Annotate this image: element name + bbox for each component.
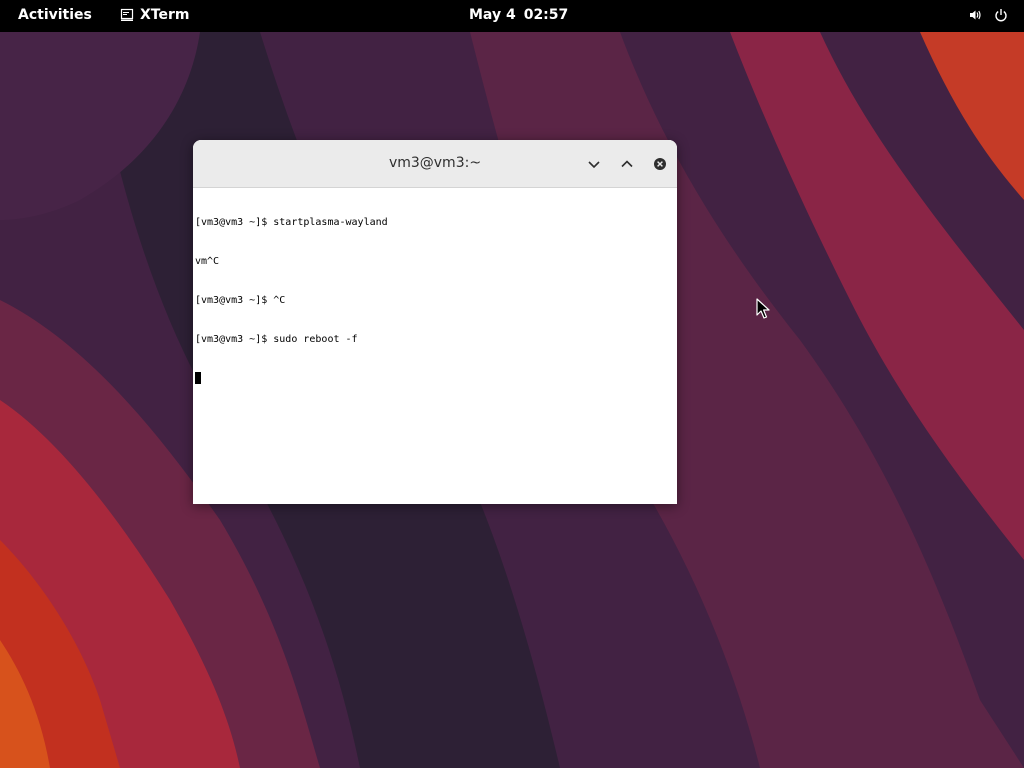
activities-button[interactable]: Activities: [18, 7, 92, 23]
volume-icon: [968, 8, 982, 26]
date-label: May 4: [469, 7, 516, 23]
close-button[interactable]: [649, 153, 671, 175]
terminal-line: [vm3@vm3 ~]$ sudo reboot -f: [195, 334, 358, 345]
terminal-cursor: [195, 372, 201, 384]
terminal-output[interactable]: [vm3@vm3 ~]$ startplasma-wayland vm^C [v…: [195, 190, 677, 504]
maximize-button[interactable]: [616, 153, 638, 175]
minimize-button[interactable]: [583, 153, 605, 175]
top-bar: Activities XTerm May 4 02:57: [0, 0, 1024, 32]
power-icon: [994, 8, 1008, 26]
system-menu[interactable]: [968, 8, 1008, 26]
close-icon: [654, 158, 666, 170]
xterm-window[interactable]: vm3@vm3:~ [vm3@vm3 ~]$ startplasma-wayla…: [193, 140, 677, 504]
terminal-icon: [120, 8, 134, 22]
terminal-line: [vm3@vm3 ~]$ startplasma-wayland: [195, 217, 388, 228]
chevron-down-icon: [588, 161, 600, 169]
mouse-pointer-icon: [756, 298, 770, 319]
chevron-up-icon: [621, 160, 633, 168]
time-label: 02:57: [523, 7, 569, 23]
terminal-line: vm^C: [195, 256, 220, 267]
clock[interactable]: May 4 02:57: [469, 7, 568, 23]
window-titlebar[interactable]: vm3@vm3:~: [193, 140, 677, 188]
terminal-line: [vm3@vm3 ~]$ ^C: [195, 295, 286, 306]
app-menu[interactable]: XTerm: [120, 7, 189, 23]
app-name: XTerm: [140, 7, 190, 23]
